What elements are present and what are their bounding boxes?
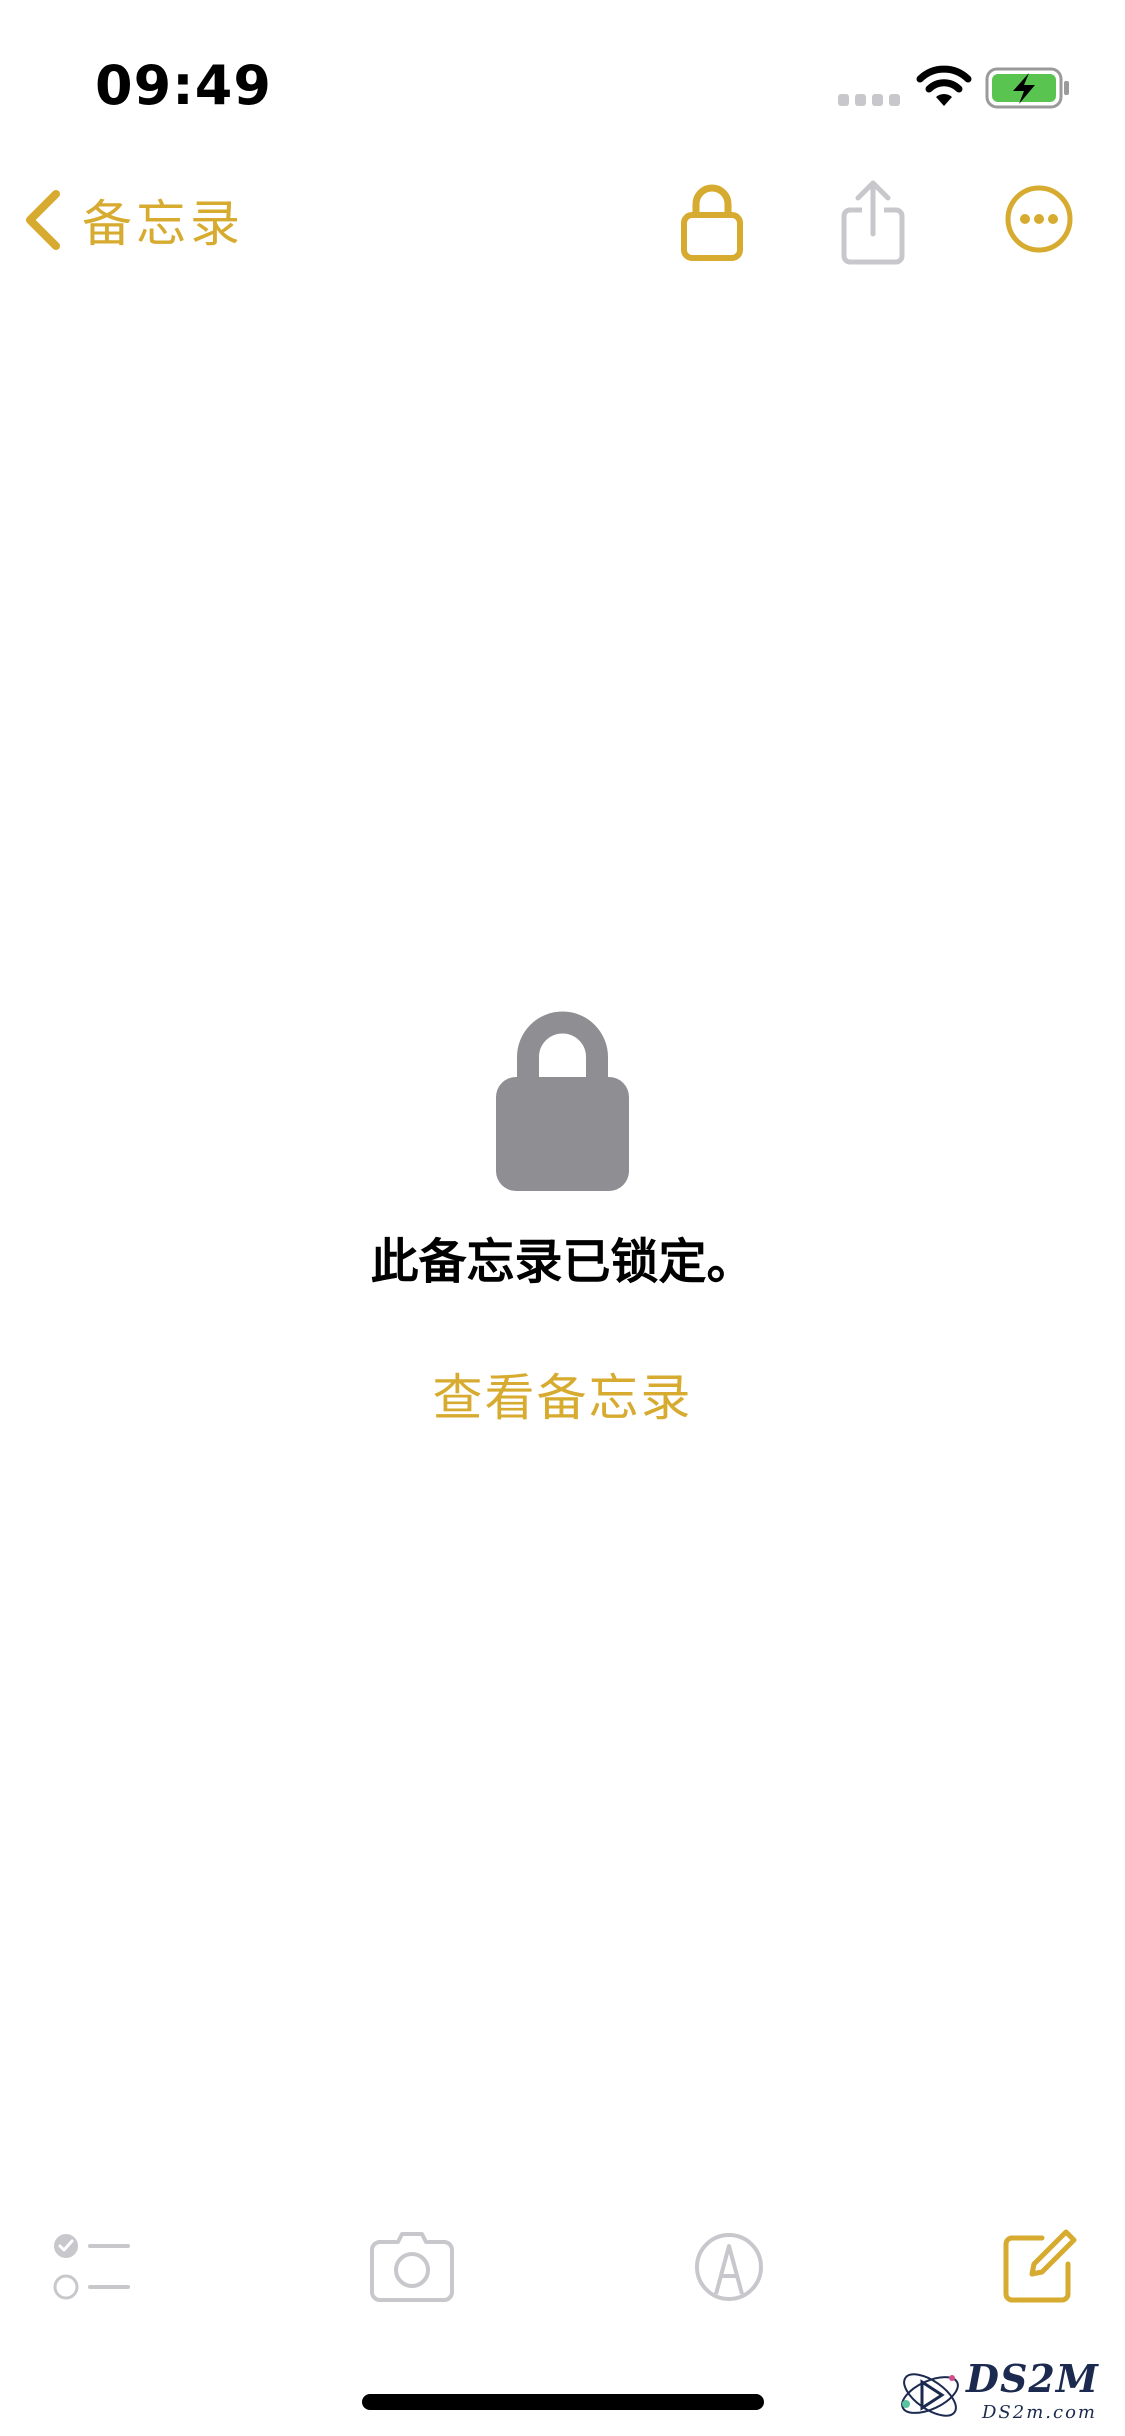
checklist-icon bbox=[53, 2234, 130, 2300]
ellipsis-circle-icon[interactable] bbox=[1004, 184, 1074, 254]
lock-icon[interactable] bbox=[680, 182, 744, 262]
large-lock-icon bbox=[496, 1011, 629, 1191]
locked-message: 此备忘录已锁定。 bbox=[370, 1234, 755, 1290]
camera-icon bbox=[370, 2232, 454, 2302]
wifi-icon bbox=[916, 65, 972, 106]
locked-note-screen: 09:49 备忘录 此备忘录已锁定。 查看备忘录 DS2M DS2m.com bbox=[0, 0, 1125, 2436]
watermark: DS2M DS2m.com bbox=[896, 2356, 1121, 2432]
back-button-label: 备忘录 bbox=[82, 195, 244, 253]
home-indicator[interactable] bbox=[362, 2394, 764, 2410]
battery-charging-icon bbox=[985, 67, 1069, 109]
share-icon bbox=[841, 180, 905, 265]
navigation-bar: 备忘录 bbox=[0, 160, 1125, 280]
chevron-left-icon bbox=[26, 190, 60, 250]
status-bar: 09:49 bbox=[0, 0, 1125, 140]
back-button[interactable]: 备忘录 bbox=[22, 182, 244, 258]
status-time: 09:49 bbox=[95, 54, 272, 117]
watermark-emblem-icon bbox=[901, 2373, 959, 2417]
compose-icon[interactable] bbox=[1002, 2228, 1078, 2304]
watermark-text: DS2M bbox=[966, 2356, 1099, 2401]
cellular-signal-icon bbox=[838, 94, 900, 106]
view-note-button[interactable]: 查看备忘录 bbox=[0, 1358, 1125, 1430]
markup-icon bbox=[695, 2233, 763, 2301]
watermark-subtext: DS2m.com bbox=[982, 2402, 1097, 2423]
